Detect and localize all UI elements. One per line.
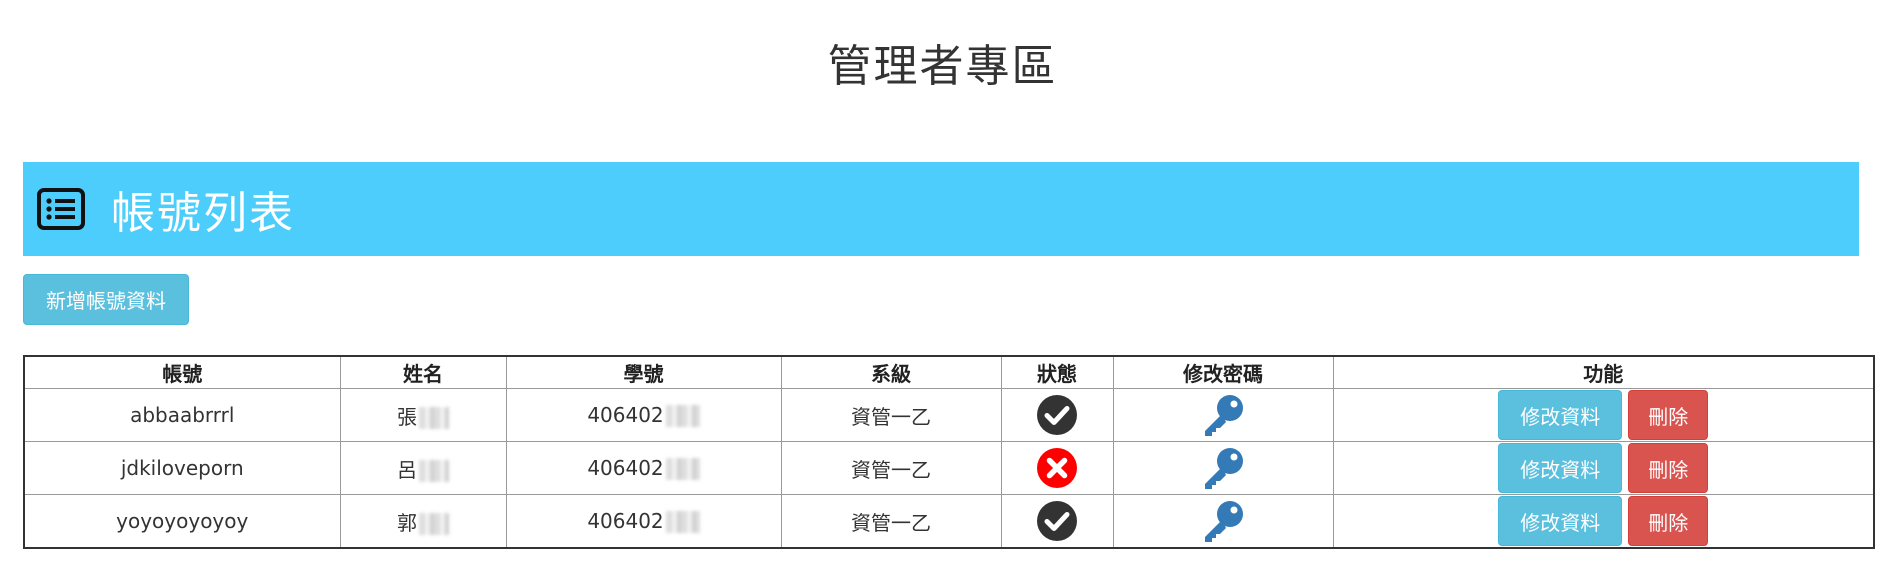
cell-status bbox=[1000, 441, 1114, 495]
header-name: 姓名 bbox=[339, 355, 507, 389]
table-row: jdkiloveporn 呂 406402 資管一乙 修改資料 刪除 bbox=[23, 441, 1875, 495]
add-account-button[interactable]: 新增帳號資料 bbox=[23, 274, 189, 325]
header-actions: 功能 bbox=[1332, 355, 1875, 389]
name-visible: 呂 bbox=[397, 457, 417, 482]
redacted-mask bbox=[419, 407, 449, 429]
header-account: 帳號 bbox=[23, 355, 341, 389]
redacted-mask bbox=[419, 513, 449, 535]
cell-change-password bbox=[1112, 494, 1334, 549]
student-id-visible: 406402 bbox=[587, 455, 664, 480]
cell-account: abbaabrrrl bbox=[23, 388, 341, 442]
section-banner: 帳號列表 bbox=[23, 162, 1859, 256]
header-change-password: 修改密碼 bbox=[1112, 355, 1334, 389]
redacted-mask bbox=[665, 405, 700, 428]
accounts-table: 帳號 姓名 學號 系級 狀態 修改密碼 功能 abbaabrrrl 張 4064… bbox=[23, 355, 1875, 549]
table-row: yoyoyoyoyoy 郭 406402 資管一乙 修改資料 刪除 bbox=[23, 494, 1875, 549]
student-id-visible: 406402 bbox=[587, 402, 664, 427]
x-circle-icon bbox=[1037, 448, 1077, 488]
cell-actions: 修改資料 刪除 bbox=[1332, 388, 1875, 442]
cell-name: 呂 bbox=[339, 441, 507, 495]
page-title: 管理者專區 bbox=[827, 41, 1058, 92]
cell-student-id: 406402 bbox=[505, 388, 782, 442]
cell-student-id: 406402 bbox=[505, 441, 782, 495]
cell-actions: 修改資料 刪除 bbox=[1332, 441, 1875, 495]
delete-button[interactable]: 刪除 bbox=[1628, 443, 1709, 493]
cell-class: 資管一乙 bbox=[780, 494, 1002, 549]
cell-change-password bbox=[1112, 441, 1334, 495]
cell-name: 郭 bbox=[339, 494, 507, 549]
key-icon[interactable] bbox=[1200, 392, 1246, 438]
key-icon[interactable] bbox=[1200, 498, 1246, 544]
redacted-mask bbox=[665, 458, 700, 481]
check-circle-icon bbox=[1037, 501, 1077, 541]
key-icon[interactable] bbox=[1200, 445, 1246, 491]
cell-name: 張 bbox=[339, 388, 507, 442]
cell-class: 資管一乙 bbox=[780, 388, 1002, 442]
student-id-visible: 406402 bbox=[587, 508, 664, 533]
cell-class: 資管一乙 bbox=[780, 441, 1002, 495]
cell-account: jdkiloveporn bbox=[23, 441, 341, 495]
header-student-id: 學號 bbox=[505, 355, 782, 389]
name-visible: 郭 bbox=[397, 510, 417, 535]
section-title: 帳號列表 bbox=[111, 188, 295, 239]
cell-change-password bbox=[1112, 388, 1334, 442]
name-visible: 張 bbox=[397, 404, 417, 429]
table-header-row: 帳號 姓名 學號 系級 狀態 修改密碼 功能 bbox=[23, 355, 1875, 389]
header-status: 狀態 bbox=[1000, 355, 1114, 389]
edit-button[interactable]: 修改資料 bbox=[1498, 443, 1623, 493]
header-class: 系級 bbox=[780, 355, 1002, 389]
cell-actions: 修改資料 刪除 bbox=[1332, 494, 1875, 549]
delete-button[interactable]: 刪除 bbox=[1628, 496, 1709, 546]
check-circle-icon bbox=[1037, 395, 1077, 435]
cell-account: yoyoyoyoyoy bbox=[23, 494, 341, 549]
delete-button[interactable]: 刪除 bbox=[1628, 390, 1709, 440]
cell-status bbox=[1000, 494, 1114, 549]
redacted-mask bbox=[665, 511, 700, 534]
table-row: abbaabrrrl 張 406402 資管一乙 修改資料 刪除 bbox=[23, 388, 1875, 442]
list-icon bbox=[37, 188, 85, 230]
edit-button[interactable]: 修改資料 bbox=[1498, 390, 1623, 440]
cell-student-id: 406402 bbox=[505, 494, 782, 549]
edit-button[interactable]: 修改資料 bbox=[1498, 496, 1623, 546]
cell-status bbox=[1000, 388, 1114, 442]
redacted-mask bbox=[419, 460, 449, 482]
